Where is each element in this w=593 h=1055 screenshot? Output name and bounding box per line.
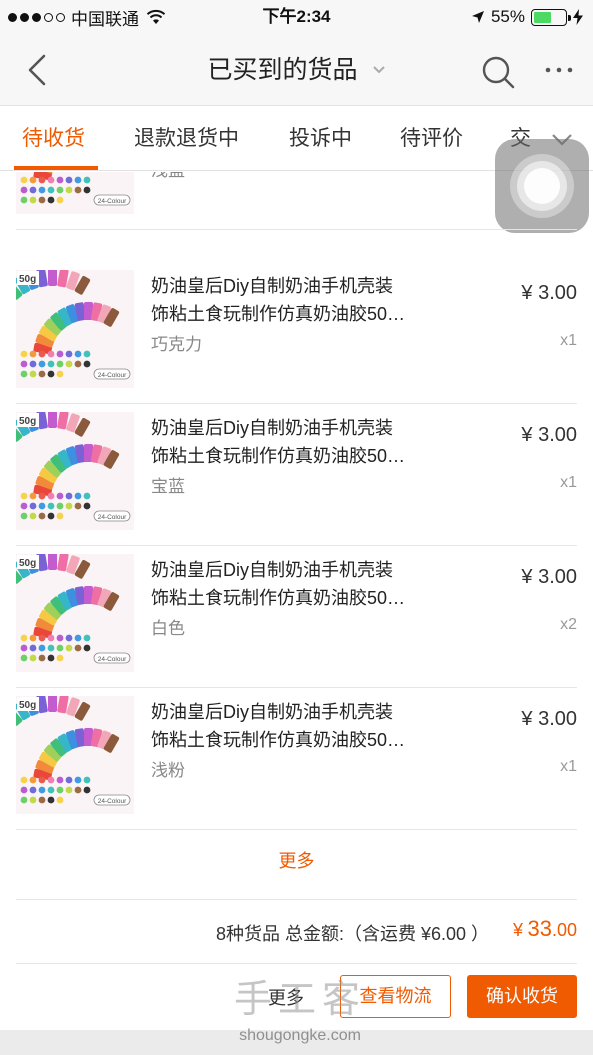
product-thumbnail[interactable]: 50g 24-Colour bbox=[16, 554, 134, 672]
list-item[interactable]: 50g 24-Colour 奶油皇后Diy自制奶油手机壳装 饰粘土食玩制作仿真奶油… bbox=[0, 262, 593, 404]
tab-complaints[interactable]: 投诉中 bbox=[289, 107, 352, 171]
show-more-label: 更多 bbox=[278, 851, 315, 871]
search-icon[interactable] bbox=[480, 54, 516, 90]
more-dots-icon[interactable] bbox=[543, 56, 575, 84]
product-image: 50g 24-Colour bbox=[16, 554, 134, 672]
product-title: 奶油皇后Diy自制奶油手机壳装 饰粘土食玩制作仿真奶油胶50… bbox=[151, 560, 406, 608]
tab-awaiting-receipt[interactable]: 待收货 bbox=[22, 107, 85, 171]
thumb-colour-badge: 24-Colour bbox=[98, 198, 127, 205]
product-price: ¥ 3.00 bbox=[521, 424, 577, 446]
total-amount: ¥ 33.00 bbox=[513, 916, 577, 941]
page-title-text: 已买到的货品 bbox=[207, 56, 358, 84]
product-quantity: x1 bbox=[560, 474, 577, 491]
product-variant: 巧克力 bbox=[151, 335, 202, 354]
order-summary: 8种货品 总金额:（含运费 ¥6.00 ） bbox=[215, 924, 489, 944]
product-image: 50g24-Colour bbox=[16, 172, 134, 214]
view-logistics-button[interactable]: 查看物流 bbox=[340, 975, 451, 1018]
product-quantity: x1 bbox=[560, 758, 577, 775]
tab-refund-return[interactable]: 退款退货中 bbox=[134, 107, 239, 171]
thumb-colour-badge: 24-Colour bbox=[98, 798, 127, 805]
charging-icon bbox=[573, 9, 583, 25]
confirm-receipt-button[interactable]: 确认收货 bbox=[467, 975, 577, 1018]
product-thumbnail[interactable]: 50g24-Colour bbox=[16, 172, 134, 214]
tab-to-review[interactable]: 待评价 bbox=[400, 107, 463, 171]
product-title: 奶油皇后Diy自制奶油手机壳装 饰粘土食玩制作仿真奶油胶50… bbox=[151, 276, 406, 324]
product-image: 50g 24-Colour bbox=[16, 270, 134, 388]
product-variant: 白色 bbox=[151, 619, 185, 638]
thumb-weight-label: 50g bbox=[19, 558, 36, 569]
product-image: 50g 24-Colour bbox=[16, 696, 134, 814]
product-image: 50g 24-Colour bbox=[16, 412, 134, 530]
thumb-weight-label: 50g bbox=[19, 416, 36, 427]
product-thumbnail[interactable]: 50g 24-Colour bbox=[16, 696, 134, 814]
product-variant: 浅蓝 bbox=[151, 172, 185, 181]
status-bar: 中国联通 下午2:34 55% bbox=[0, 0, 593, 34]
product-variant: 浅粉 bbox=[151, 761, 185, 780]
order-total: 8种货品 总金额:（含运费 ¥6.00 ） ¥ 33.00 bbox=[0, 900, 593, 964]
thumb-weight-label: 50g bbox=[19, 274, 36, 285]
more-actions-button[interactable]: 更多 bbox=[268, 984, 304, 1010]
product-price: ¥ 3.00 bbox=[521, 708, 577, 730]
chevron-down-icon bbox=[372, 66, 385, 74]
thumb-colour-badge: 24-Colour bbox=[98, 514, 127, 521]
product-quantity: x2 bbox=[560, 616, 577, 633]
product-title: 奶油皇后Diy自制奶油手机壳装 饰粘土食玩制作仿真奶油胶50… bbox=[151, 702, 406, 750]
product-list: 50g24-Colour 浅蓝 x1 50g24-Colour 奶油皇后Diy自… bbox=[0, 172, 593, 832]
active-tab-indicator bbox=[14, 166, 98, 170]
show-more-link[interactable]: 更多 bbox=[0, 832, 593, 900]
thumb-colour-badge: 24-Colour bbox=[98, 656, 127, 663]
product-price: ¥ 3.00 bbox=[521, 566, 577, 588]
location-arrow-icon bbox=[471, 11, 484, 23]
thumb-colour-badge: 24-Colour bbox=[98, 372, 127, 379]
product-thumbnail[interactable]: 50g 24-Colour bbox=[16, 412, 134, 530]
bottom-strip bbox=[0, 1030, 593, 1055]
product-variant: 宝蓝 bbox=[151, 477, 185, 496]
product-price: ¥ 3.00 bbox=[521, 282, 577, 304]
thumb-weight-label: 50g bbox=[19, 700, 36, 711]
product-title: 奶油皇后Diy自制奶油手机壳装 饰粘土食玩制作仿真奶油胶50… bbox=[151, 418, 406, 466]
product-thumbnail[interactable]: 50g 24-Colour bbox=[16, 270, 134, 388]
product-quantity: x1 bbox=[560, 332, 577, 349]
battery-icon bbox=[531, 8, 571, 26]
list-item[interactable]: 50g 24-Colour 奶油皇后Diy自制奶油手机壳装 饰粘土食玩制作仿真奶油… bbox=[0, 546, 593, 688]
status-right: 55% bbox=[471, 0, 583, 34]
product-quantity: x1 bbox=[560, 172, 577, 176]
list-item[interactable]: 50g 24-Colour 奶油皇后Diy自制奶油手机壳装 饰粘土食玩制作仿真奶油… bbox=[0, 404, 593, 546]
nav-bar: 已买到的货品 bbox=[0, 34, 593, 106]
list-item[interactable]: 50g24-Colour 浅蓝 x1 bbox=[0, 172, 593, 230]
battery-percent: 55% bbox=[490, 7, 525, 26]
list-item[interactable]: 50g 24-Colour 奶油皇后Diy自制奶油手机壳装 饰粘土食玩制作仿真奶油… bbox=[0, 688, 593, 830]
